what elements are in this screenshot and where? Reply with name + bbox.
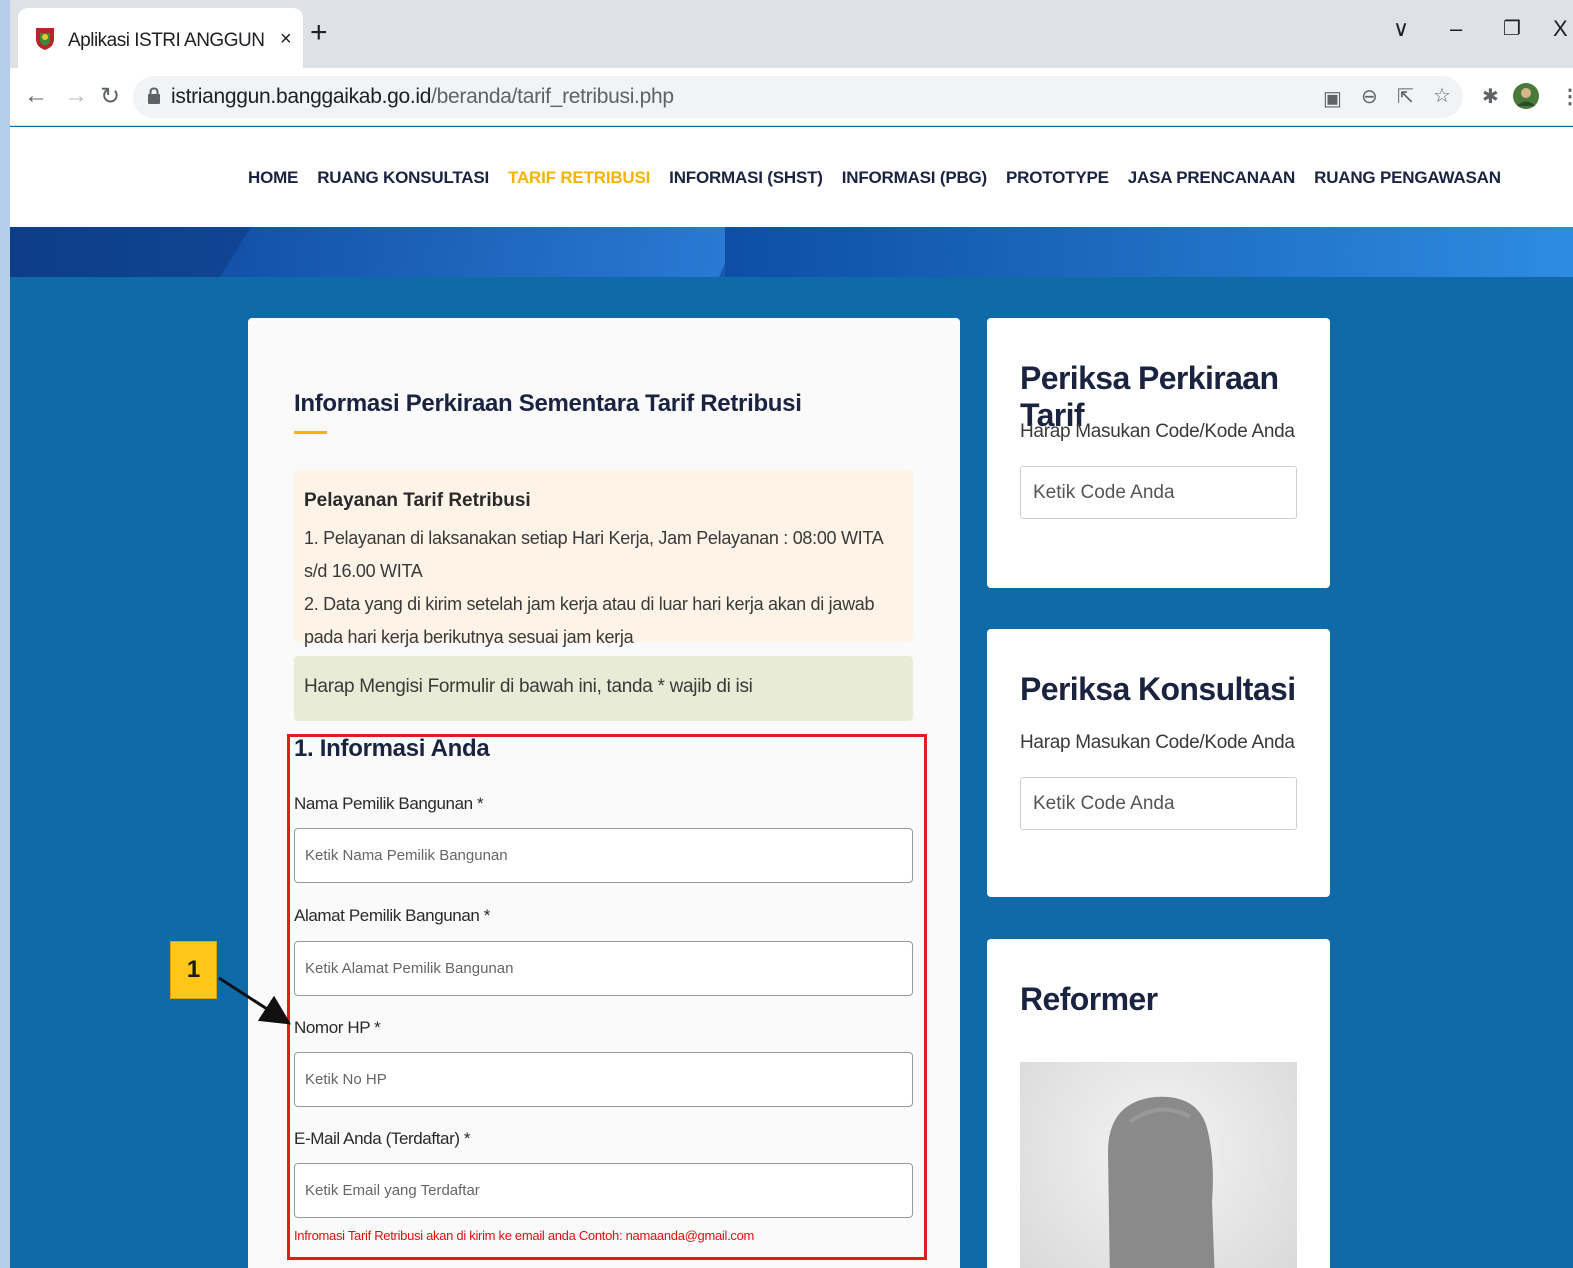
share-icon[interactable]: ⇱	[1397, 84, 1414, 109]
form-note: Harap Mengisi Formulir di bawah ini, tan…	[294, 656, 913, 721]
page-title: Informasi Perkiraan Sementara Tarif Retr…	[294, 390, 802, 417]
extensions-icon[interactable]: ✱	[1482, 84, 1499, 109]
reformer-card: Reformer	[987, 939, 1330, 1268]
address-bar[interactable]: istrianggun.banggaikab.go.id/beranda/tar…	[133, 76, 1463, 118]
url-path: /beranda/tarif_retribusi.php	[431, 85, 674, 108]
tab-close-icon[interactable]: ×	[280, 28, 292, 51]
site-navigation: HOME RUANG KONSULTASI TARIF RETRIBUSI IN…	[10, 127, 1573, 227]
check-konsultasi-subtitle: Harap Masukan Code/Kode Anda	[1020, 732, 1295, 753]
nav-jasa-prencanaan[interactable]: JASA PRENCANAAN	[1128, 168, 1296, 188]
browser-tab[interactable]: Aplikasi ISTRI ANGGUN ×	[18, 8, 303, 68]
nav-ruang-pengawasan[interactable]: RUANG PENGAWASAN	[1314, 168, 1501, 188]
reformer-title: Reformer	[1020, 981, 1158, 1017]
tab-title: Aplikasi ISTRI ANGGUN	[68, 30, 265, 51]
notice-title: Pelayanan Tarif Retribusi	[304, 490, 531, 511]
annotation-callout: 1	[170, 941, 217, 999]
translate-icon[interactable]: ▣	[1323, 86, 1342, 111]
bookmark-star-icon[interactable]: ☆	[1433, 83, 1451, 108]
minimize-icon[interactable]: –	[1450, 16, 1462, 42]
reload-icon[interactable]: ↻	[100, 82, 120, 111]
banner-decoration	[220, 227, 740, 277]
tab-search-icon[interactable]: ∨	[1393, 16, 1409, 42]
nav-home[interactable]: HOME	[248, 168, 298, 188]
check-konsultasi-title: Periksa Konsultasi	[1020, 671, 1296, 707]
annotation-arrow-icon	[218, 976, 292, 1025]
zoom-icon[interactable]: ⊖	[1361, 84, 1378, 109]
notice-line-1: 1. Pelayanan di laksanakan setiap Hari K…	[304, 528, 883, 581]
service-notice: Pelayanan Tarif Retribusi 1. Pelayanan d…	[294, 470, 913, 647]
close-window-icon[interactable]: X	[1553, 16, 1568, 42]
browser-window: Aplikasi ISTRI ANGGUN × + ∨ – ❐ X ← → ↻ …	[10, 0, 1573, 1268]
reformer-avatar	[1020, 1062, 1297, 1268]
site-favicon-icon	[36, 28, 54, 50]
profile-avatar-icon[interactable]	[1512, 82, 1540, 110]
check-tarif-card: Periksa Perkiraan Tarif Harap Masukan Co…	[987, 318, 1330, 588]
nav-informasi-pbg[interactable]: INFORMASI (PBG)	[842, 168, 987, 188]
tarif-code-input[interactable]	[1020, 466, 1297, 519]
nav-tarif-retribusi[interactable]: TARIF RETRIBUSI	[508, 168, 650, 188]
browser-toolbar: ← → ↻ istrianggun.banggaikab.go.id/beran…	[10, 68, 1573, 126]
new-tab-button[interactable]: +	[310, 16, 328, 50]
person-silhouette-icon	[1108, 1096, 1215, 1268]
url-domain: istrianggun.banggaikab.go.id	[171, 85, 432, 108]
restore-icon[interactable]: ❐	[1503, 16, 1521, 41]
check-konsultasi-card: Periksa Konsultasi Harap Masukan Code/Ko…	[987, 629, 1330, 897]
nav-prototype[interactable]: PROTOTYPE	[1006, 168, 1109, 188]
banner-decoration-right	[725, 227, 1573, 277]
nav-ruang-konsultasi[interactable]: RUANG KONSULTASI	[317, 168, 489, 188]
menu-icon[interactable]: ⋮	[1560, 84, 1573, 109]
tab-strip: Aplikasi ISTRI ANGGUN × + ∨ – ❐ X	[10, 0, 1573, 68]
konsultasi-code-input[interactable]	[1020, 777, 1297, 830]
hero-banner	[10, 227, 1573, 277]
url-text: istrianggun.banggaikab.go.id/beranda/tar…	[171, 85, 674, 109]
nav-informasi-shst[interactable]: INFORMASI (SHST)	[669, 168, 823, 188]
lock-icon	[148, 87, 160, 104]
notice-line-2: 2. Data yang di kirim setelah jam kerja …	[304, 594, 875, 647]
highlight-box	[287, 734, 927, 1260]
check-tarif-subtitle: Harap Masukan Code/Kode Anda	[1020, 421, 1295, 442]
back-icon[interactable]: ←	[24, 82, 48, 110]
title-underline	[294, 431, 327, 434]
forward-icon[interactable]: →	[64, 82, 88, 110]
